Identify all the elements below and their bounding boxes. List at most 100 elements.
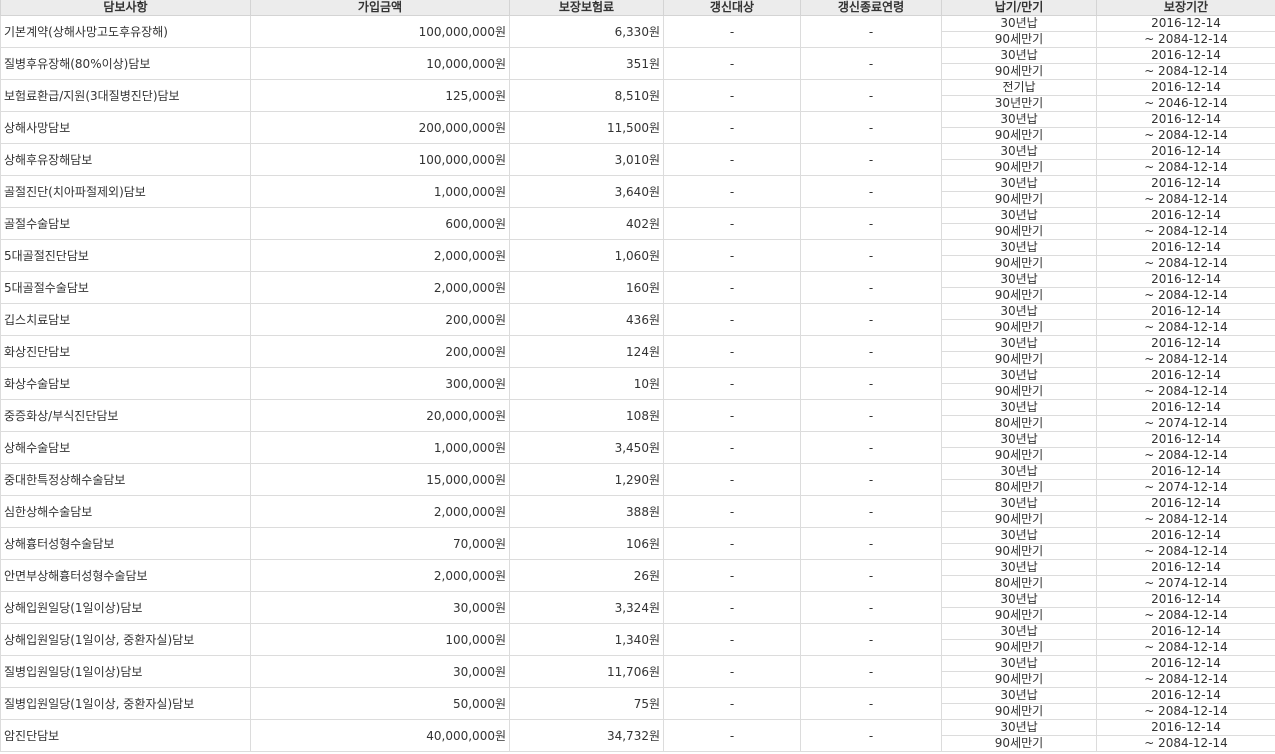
coverage-period-cell: 2016-12-14 ~ 2084-12-14	[1096, 239, 1275, 272]
coverage-name: 질병입원일당(1일이상, 중환자실)담보	[0, 687, 251, 720]
coverage-start-date: 2016-12-14	[1097, 561, 1275, 576]
payment-term: 30년납	[942, 209, 1096, 224]
coverage-end-date: ~ 2084-12-14	[1144, 64, 1228, 78]
payment-term: 30년납	[942, 625, 1096, 640]
renewal-end-age: -	[800, 527, 942, 560]
renewal-end-age: -	[800, 207, 942, 240]
table-row: 골절진단(치아파절제외)담보 1,000,000원 3,640원 - -30년납 90세만…	[0, 175, 1275, 208]
payment-maturity-cell: 30년납 90세만기	[941, 175, 1097, 208]
coverage-end-date: ~ 2084-12-14	[1144, 736, 1228, 750]
renewal-target: -	[663, 559, 801, 592]
payment-term: 30년납	[942, 593, 1096, 608]
premium-amount: 160원	[509, 271, 664, 304]
insured-amount: 2,000,000원	[250, 239, 510, 272]
maturity-term: 90세만기	[994, 320, 1044, 334]
coverage-start-date: 2016-12-14	[1097, 145, 1275, 160]
coverage-start-date: 2016-12-14	[1097, 17, 1275, 32]
table-row: 질병입원일당(1일이상, 중환자실)담보 50,000원 75원 - -30년납 90세만…	[0, 687, 1275, 720]
coverage-start-date: 2016-12-14	[1097, 497, 1275, 512]
renewal-target: -	[663, 47, 801, 80]
coverage-end-date: ~ 2084-12-14	[1144, 704, 1228, 718]
table-row: 기본계약(상해사망고도후유장해) 100,000,000원 6,330원 - -30년납…	[0, 15, 1275, 48]
payment-maturity-cell: 30년납 90세만기	[941, 239, 1097, 272]
coverage-name: 질병입원일당(1일이상)담보	[0, 655, 251, 688]
renewal-target: -	[663, 527, 801, 560]
renewal-end-age: -	[800, 303, 942, 336]
coverage-end-date: ~ 2084-12-14	[1144, 544, 1228, 558]
table-row: 깁스치료담보 200,000원 436원 - -30년납 90세만기 2016-12-14 ~…	[0, 303, 1275, 336]
coverage-start-date: 2016-12-14	[1097, 273, 1275, 288]
insured-amount: 100,000,000원	[250, 143, 510, 176]
table-row: 상해후유장해담보 100,000,000원 3,010원 - -30년납 90세만기 201…	[0, 143, 1275, 176]
maturity-term: 90세만기	[994, 736, 1044, 750]
header-insured-amount: 가입금액	[250, 0, 510, 16]
coverage-table: 담보사항 가입금액 보장보험료 갱신대상 갱신종료연령 납기/만기 보장기간 기…	[0, 0, 1275, 752]
coverage-start-date: 2016-12-14	[1097, 369, 1275, 384]
renewal-target: -	[663, 399, 801, 432]
insured-amount: 1,000,000원	[250, 431, 510, 464]
renewal-target: -	[663, 655, 801, 688]
renewal-end-age: -	[800, 719, 942, 752]
insured-amount: 100,000,000원	[250, 15, 510, 48]
header-renewal-target: 갱신대상	[663, 0, 801, 16]
insured-amount: 2,000,000원	[250, 495, 510, 528]
coverage-period-cell: 2016-12-14 ~ 2084-12-14	[1096, 687, 1275, 720]
renewal-target: -	[663, 495, 801, 528]
coverage-end-date: ~ 2084-12-14	[1144, 320, 1228, 334]
payment-maturity-cell: 30년납 90세만기	[941, 719, 1097, 752]
payment-term: 30년납	[942, 145, 1096, 160]
table-row: 5대골절수술담보 2,000,000원 160원 - -30년납 90세만기 2016-12…	[0, 271, 1275, 304]
insured-amount: 200,000원	[250, 335, 510, 368]
premium-amount: 3,324원	[509, 591, 664, 624]
table-row: 상해흉터성형수술담보 70,000원 106원 - -30년납 90세만기 2016-12-…	[0, 527, 1275, 560]
renewal-end-age: -	[800, 623, 942, 656]
renewal-target: -	[663, 175, 801, 208]
payment-maturity-cell: 30년납 90세만기	[941, 655, 1097, 688]
coverage-name: 보험료환급/지원(3대질병진단)담보	[0, 79, 251, 112]
coverage-period-cell: 2016-12-14 ~ 2074-12-14	[1096, 399, 1275, 432]
insured-amount: 200,000,000원	[250, 111, 510, 144]
payment-maturity-cell: 30년납 90세만기	[941, 527, 1097, 560]
coverage-period-cell: 2016-12-14 ~ 2084-12-14	[1096, 623, 1275, 656]
renewal-end-age: -	[800, 591, 942, 624]
maturity-term: 90세만기	[994, 64, 1044, 78]
coverage-period-cell: 2016-12-14 ~ 2084-12-14	[1096, 495, 1275, 528]
coverage-period-cell: 2016-12-14 ~ 2084-12-14	[1096, 111, 1275, 144]
coverage-name: 상해입원일당(1일이상)담보	[0, 591, 251, 624]
maturity-term: 80세만기	[994, 576, 1044, 590]
coverage-name: 질병후유장해(80%이상)담보	[0, 47, 251, 80]
insured-amount: 2,000,000원	[250, 559, 510, 592]
coverage-period-cell: 2016-12-14 ~ 2084-12-14	[1096, 175, 1275, 208]
premium-amount: 11,706원	[509, 655, 664, 688]
insured-amount: 600,000원	[250, 207, 510, 240]
coverage-name: 5대골절수술담보	[0, 271, 251, 304]
payment-maturity-cell: 전기납 30년만기	[941, 79, 1097, 112]
renewal-end-age: -	[800, 431, 942, 464]
maturity-term: 90세만기	[994, 448, 1044, 462]
payment-maturity-cell: 30년납 90세만기	[941, 687, 1097, 720]
payment-maturity-cell: 30년납 90세만기	[941, 143, 1097, 176]
payment-term: 30년납	[942, 241, 1096, 256]
coverage-name: 심한상해수술담보	[0, 495, 251, 528]
coverage-period-cell: 2016-12-14 ~ 2084-12-14	[1096, 335, 1275, 368]
table-body: 기본계약(상해사망고도후유장해) 100,000,000원 6,330원 - -30년납…	[0, 15, 1275, 752]
renewal-target: -	[663, 431, 801, 464]
payment-term: 30년납	[942, 337, 1096, 352]
coverage-name: 골절수술담보	[0, 207, 251, 240]
coverage-period-cell: 2016-12-14 ~ 2074-12-14	[1096, 559, 1275, 592]
premium-amount: 3,010원	[509, 143, 664, 176]
table-row: 암진단담보 40,000,000원 34,732원 - -30년납 90세만기 2016-1…	[0, 719, 1275, 752]
insured-amount: 200,000원	[250, 303, 510, 336]
maturity-term: 90세만기	[994, 704, 1044, 718]
maturity-term: 90세만기	[994, 224, 1044, 238]
payment-term: 30년납	[942, 17, 1096, 32]
premium-amount: 34,732원	[509, 719, 664, 752]
payment-maturity-cell: 30년납 90세만기	[941, 15, 1097, 48]
coverage-name: 안면부상해흉터성형수술담보	[0, 559, 251, 592]
coverage-start-date: 2016-12-14	[1097, 433, 1275, 448]
table-row: 중대한특정상해수술담보 15,000,000원 1,290원 - -30년납 80세만기 2…	[0, 463, 1275, 496]
table-row: 질병입원일당(1일이상)담보 30,000원 11,706원 - -30년납 90세만기 2…	[0, 655, 1275, 688]
coverage-end-date: ~ 2084-12-14	[1144, 672, 1228, 686]
insured-amount: 70,000원	[250, 527, 510, 560]
maturity-term: 90세만기	[994, 544, 1044, 558]
